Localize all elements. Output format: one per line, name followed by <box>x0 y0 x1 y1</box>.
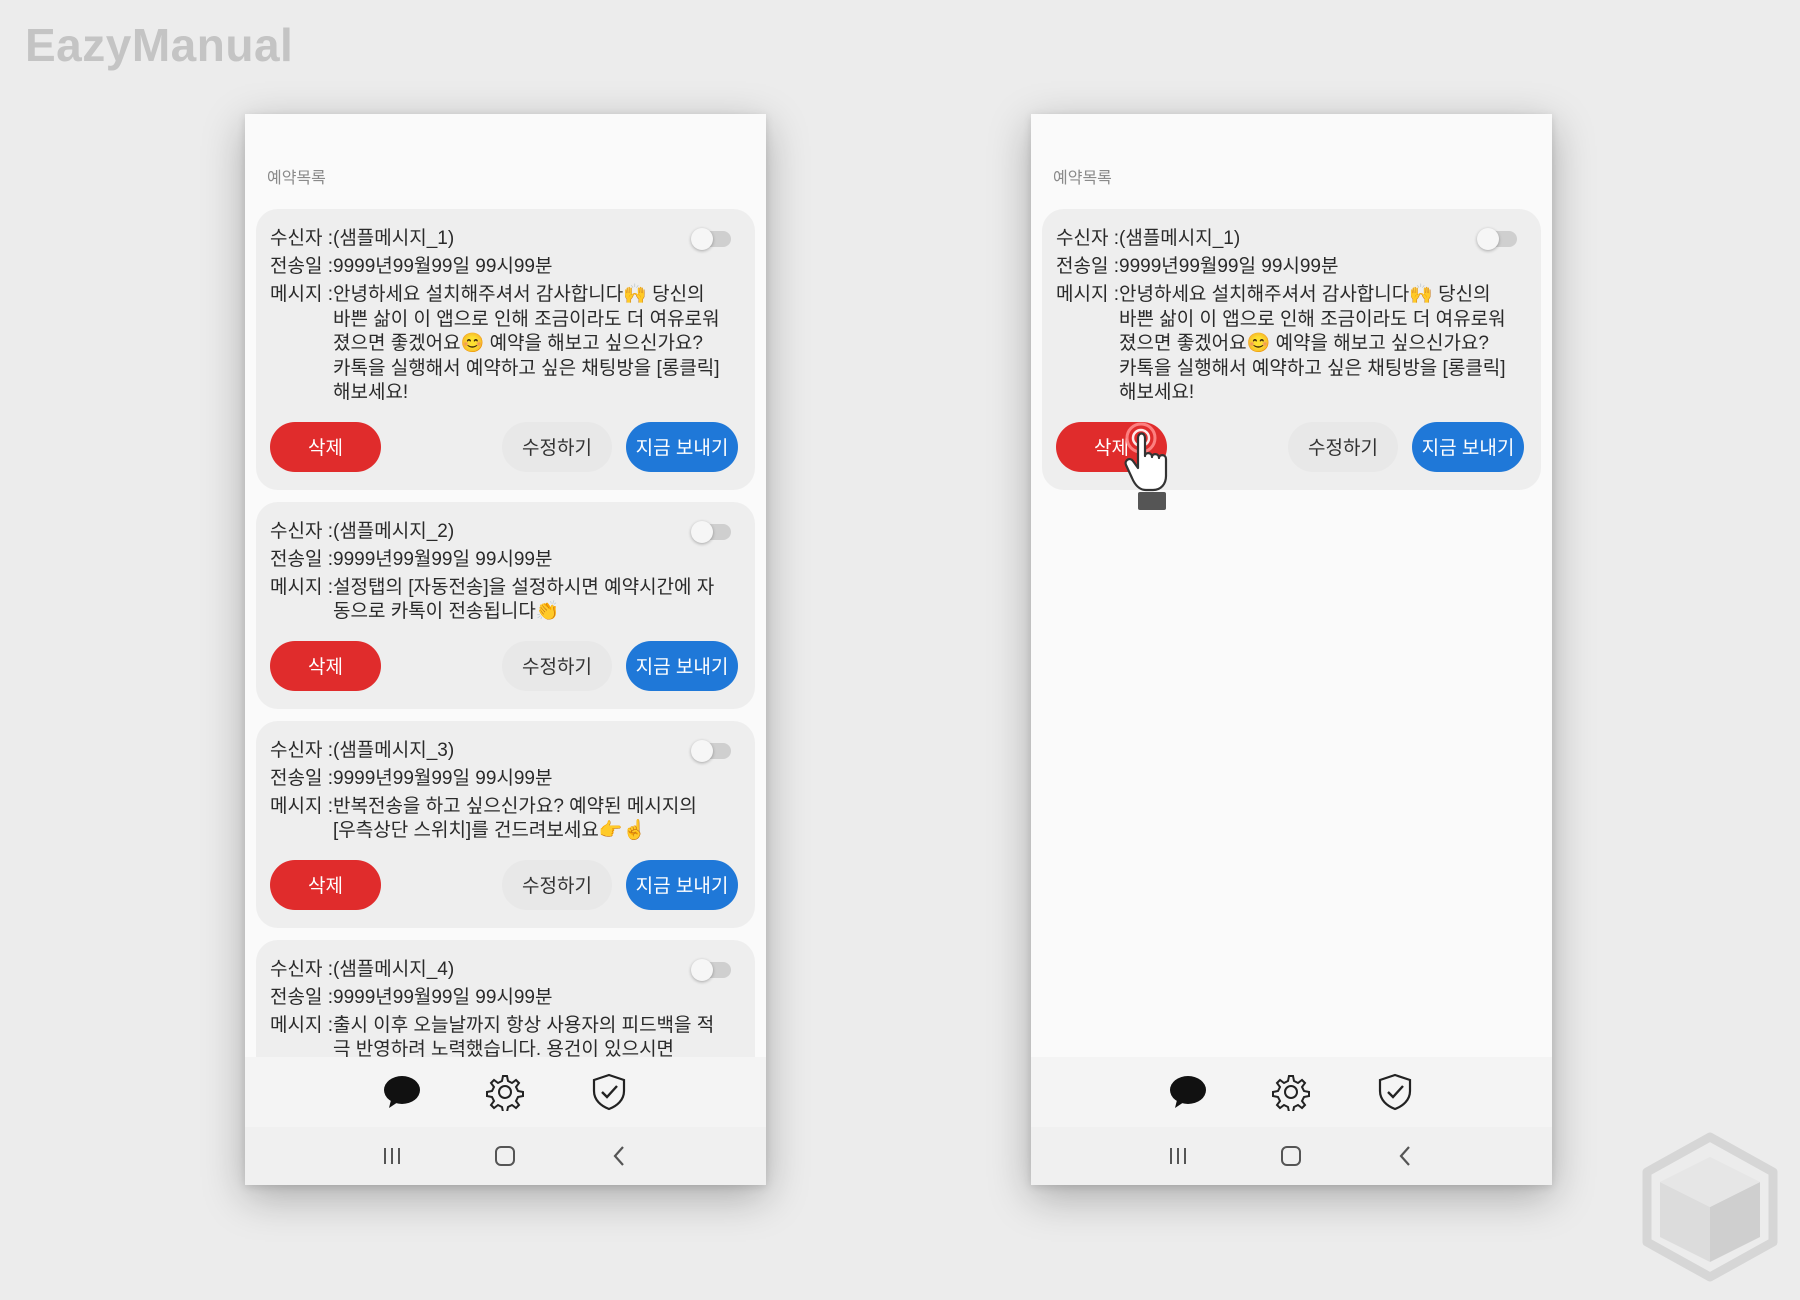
home-icon[interactable] <box>1276 1141 1306 1171</box>
gear-icon[interactable] <box>485 1072 525 1112</box>
message-label: 메시지 : <box>1056 284 1119 305</box>
send-now-button[interactable]: 지금 보내기 <box>626 859 738 910</box>
list-title: 예약목록 <box>1053 170 1112 187</box>
recipient-label: 수신자 : <box>1056 228 1119 249</box>
system-nav-bar <box>245 1127 766 1185</box>
edit-button[interactable]: 수정하기 <box>1288 421 1398 472</box>
delete-button[interactable]: 삭제 <box>1056 421 1167 472</box>
recipient-label: 수신자 : <box>270 520 333 542</box>
back-icon[interactable] <box>604 1141 634 1171</box>
recipient-value: (샘플메시지_4) <box>333 958 455 980</box>
message-label: 메시지 : <box>270 576 333 598</box>
send-now-button[interactable]: 지금 보내기 <box>626 421 738 472</box>
repeat-toggle[interactable] <box>691 739 731 762</box>
recipient-label: 수신자 : <box>270 228 333 249</box>
edit-button[interactable]: 수정하기 <box>502 859 612 910</box>
toggle-knob <box>691 958 713 981</box>
repeat-toggle[interactable] <box>691 520 731 543</box>
date-value: 9999년99월99일 99시99분 <box>333 767 553 789</box>
bottom-nav <box>1031 1057 1552 1127</box>
system-nav-bar <box>1031 1127 1552 1185</box>
repeat-toggle[interactable] <box>1477 228 1517 250</box>
recent-apps-icon[interactable] <box>1163 1141 1193 1171</box>
recipient-value: (샘플메시지_1) <box>333 228 455 249</box>
date-label: 전송일 : <box>270 986 333 1008</box>
shield-check-icon[interactable] <box>589 1072 629 1112</box>
reservation-screen: 예약목록 수신자 : (샘플메시지_1) 전송일 : 9999년99월99일 9… <box>245 114 766 1057</box>
reservation-card: 수신자 : (샘플메시지_2) 전송일 : 9999년99월99일 99시99분… <box>256 501 755 709</box>
cube-logo-icon <box>1640 1132 1780 1286</box>
toggle-knob <box>691 739 713 762</box>
delete-button[interactable]: 삭제 <box>270 640 381 691</box>
watermark-logo: EazyManual <box>25 19 294 71</box>
recipient-value: (샘플메시지_2) <box>333 520 455 542</box>
recipient-value: (샘플메시지_3) <box>333 739 455 761</box>
message-value: 설정탭의 [자동전송]을 설정하시면 예약시간에 자동으로 카톡이 전송됩니다👏 <box>333 576 715 623</box>
chat-bubble-icon[interactable] <box>382 1072 422 1112</box>
reservation-list: 수신자 : (샘플메시지_1) 전송일 : 9999년99월99일 99시99분… <box>256 209 755 1057</box>
edit-button[interactable]: 수정하기 <box>502 640 612 691</box>
shield-check-icon[interactable] <box>1375 1072 1415 1112</box>
reservation-card: 수신자 : (샘플메시지_3) 전송일 : 9999년99월99일 99시99분… <box>256 720 755 928</box>
repeat-toggle[interactable] <box>691 228 731 250</box>
date-value: 9999년99월99일 99시99분 <box>333 256 553 277</box>
date-label: 전송일 : <box>270 256 333 277</box>
toggle-knob <box>691 228 713 250</box>
date-label: 전송일 : <box>270 548 333 570</box>
reservation-card: 수신자 : (샘플메시지_1) 전송일 : 9999년99월99일 99시99분… <box>1042 209 1541 510</box>
delete-button[interactable]: 삭제 <box>270 421 381 472</box>
reservation-card: 수신자 : (샘플메시지_1) 전송일 : 9999년99월99일 99시99분… <box>256 209 755 490</box>
repeat-toggle[interactable] <box>691 958 731 981</box>
back-icon[interactable] <box>1390 1141 1420 1171</box>
date-value: 9999년99월99일 99시99분 <box>333 548 553 570</box>
edit-button[interactable]: 수정하기 <box>502 421 612 472</box>
date-value: 9999년99월99일 99시99분 <box>333 986 553 1008</box>
recipient-label: 수신자 : <box>270 958 333 980</box>
gear-icon[interactable] <box>1271 1072 1311 1112</box>
send-now-button[interactable]: 지금 보내기 <box>1412 421 1524 472</box>
phone-screen-left: 예약목록 수신자 : (샘플메시지_1) 전송일 : 9999년99월99일 9… <box>245 114 766 1185</box>
recent-apps-icon[interactable] <box>377 1141 407 1171</box>
reservation-list: 수신자 : (샘플메시지_1) 전송일 : 9999년99월99일 99시99분… <box>1042 209 1541 510</box>
recipient-value: (샘플메시지_1) <box>1119 228 1241 249</box>
chat-bubble-icon[interactable] <box>1168 1072 1208 1112</box>
phone-screen-right: 예약목록 수신자 : (샘플메시지_1) 전송일 : 9999년99월99일 9… <box>1031 114 1552 1185</box>
date-label: 전송일 : <box>1056 256 1119 277</box>
list-title: 예약목록 <box>267 170 326 187</box>
bottom-nav <box>245 1057 766 1127</box>
send-now-button[interactable]: 지금 보내기 <box>626 640 738 691</box>
message-label: 메시지 : <box>270 1014 333 1036</box>
message-value: 반복전송을 하고 싶으신가요? 예약된 메시지의 [우측상단 스위치]를 건드려… <box>333 795 697 842</box>
recipient-label: 수신자 : <box>270 739 333 761</box>
message-value: 출시 이후 오늘날까지 항상 사용자의 피드백을 적극 반영하려 노력했습니다.… <box>333 1014 715 1058</box>
message-value: 안녕하세요 설치해주셔서 감사합니다🙌 당신의 바쁜 삶이 이 앱으로 인해 조… <box>1119 284 1506 403</box>
toggle-knob <box>691 520 713 543</box>
message-label: 메시지 : <box>270 795 333 817</box>
message-value: 안녕하세요 설치해주셔서 감사합니다🙌 당신의 바쁜 삶이 이 앱으로 인해 조… <box>333 284 720 403</box>
reservation-card: 수신자 : (샘플메시지_4) 전송일 : 9999년99월99일 99시99분… <box>256 939 755 1058</box>
toggle-knob <box>1477 228 1499 250</box>
reservation-screen: 예약목록 수신자 : (샘플메시지_1) 전송일 : 9999년99월99일 9… <box>1031 114 1552 1057</box>
date-value: 9999년99월99일 99시99분 <box>1119 256 1339 277</box>
home-icon[interactable] <box>490 1141 520 1171</box>
delete-button[interactable]: 삭제 <box>270 859 381 910</box>
date-label: 전송일 : <box>270 767 333 789</box>
message-label: 메시지 : <box>270 284 333 305</box>
